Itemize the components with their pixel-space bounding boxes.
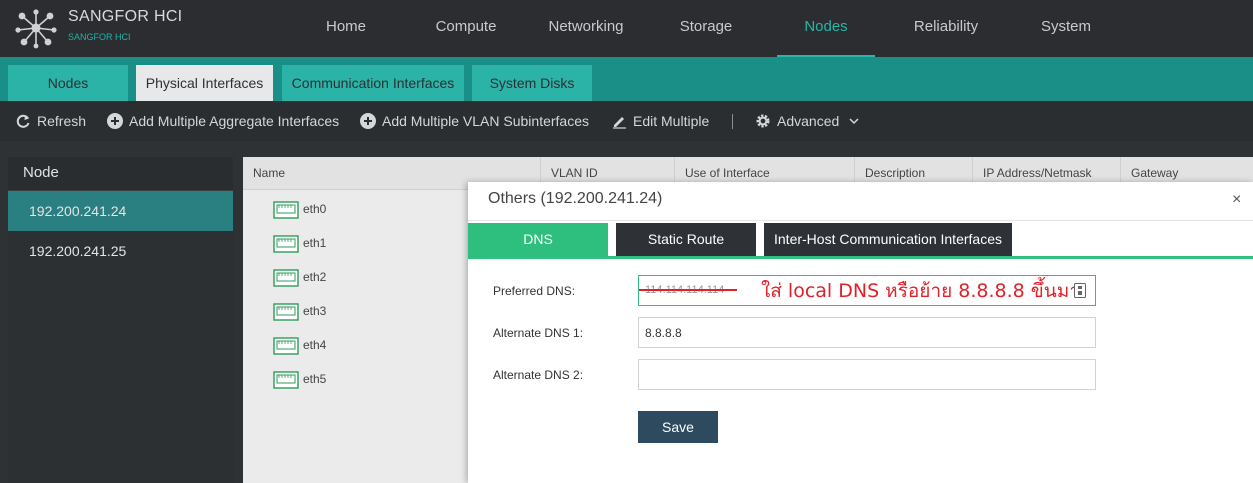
top-navigation-bar: SANGFOR HCI SANGFOR HCI Home Compute Net… [0, 0, 1253, 57]
add-vlan-subinterfaces-button[interactable]: Add Multiple VLAN Subinterfaces [360, 111, 589, 131]
gear-icon [756, 114, 770, 128]
tab-communication-interfaces[interactable]: Communication Interfaces [282, 65, 464, 101]
brand-name: SANGFOR HCI [68, 8, 183, 25]
node-item-192-200-241-25[interactable]: 192.200.241.25 [8, 231, 233, 271]
add-vlan-label: Add Multiple VLAN Subinterfaces [382, 113, 589, 129]
nav-home[interactable]: Home [308, 0, 384, 57]
interface-name: eth1 [303, 236, 327, 250]
tab-underline [468, 256, 1253, 259]
plus-circle-icon [107, 113, 123, 129]
alternate-dns-2-label: Alternate DNS 2: [493, 368, 584, 382]
table-row[interactable]: eth5 [273, 369, 326, 389]
tab-inter-host-communication[interactable]: Inter-Host Communication Interfaces [764, 223, 1012, 256]
interface-name: eth4 [303, 338, 327, 352]
brand-subtitle: SANGFOR HCI [68, 32, 131, 42]
preferred-dns-field[interactable]: 114.114.114.114 ใส่ local DNS หรือย้าย 8… [638, 275, 1096, 306]
refresh-icon [16, 114, 30, 128]
advanced-dropdown[interactable]: Advanced [755, 111, 859, 131]
tab-physical-interfaces[interactable]: Physical Interfaces [136, 65, 273, 101]
node-panel-header: Node [8, 157, 233, 191]
table-row[interactable]: eth1 [273, 233, 326, 253]
nav-compute[interactable]: Compute [422, 0, 510, 57]
ethernet-port-icon [273, 371, 299, 389]
table-row[interactable]: eth4 [273, 335, 326, 355]
nav-storage[interactable]: Storage [664, 0, 748, 57]
tab-static-route[interactable]: Static Route [616, 223, 756, 256]
refresh-label: Refresh [37, 113, 87, 129]
preferred-dns-label: Preferred DNS: [493, 284, 576, 298]
add-aggregate-label: Add Multiple Aggregate Interfaces [129, 113, 340, 129]
tab-system-disks[interactable]: System Disks [472, 65, 592, 101]
field-info-icon[interactable] [1074, 283, 1086, 298]
alternate-dns-2-field[interactable] [638, 359, 1096, 390]
annotation-text: ใส่ local DNS หรือย้าย 8.8.8.8 ขึ้นมา [761, 280, 1080, 302]
advanced-label: Advanced [777, 113, 840, 129]
dialog-title: Others (192.200.241.24) [488, 190, 663, 207]
nav-system[interactable]: System [1026, 0, 1106, 57]
edit-pencil-icon [613, 117, 626, 129]
ethernet-port-icon [273, 303, 299, 321]
alternate-dns-1-label: Alternate DNS 1: [493, 326, 584, 340]
alternate-dns-1-field[interactable] [638, 317, 1096, 348]
interface-name: eth0 [303, 202, 327, 216]
others-dialog: Others (192.200.241.24) × DNS Static Rou… [468, 182, 1253, 483]
tab-nodes[interactable]: Nodes [8, 65, 128, 101]
interface-name: eth2 [303, 270, 327, 284]
ethernet-port-icon [273, 337, 299, 355]
table-row[interactable]: eth3 [273, 301, 326, 321]
save-button[interactable]: Save [638, 411, 718, 443]
add-aggregate-interfaces-button[interactable]: Add Multiple Aggregate Interfaces [107, 111, 339, 131]
table-row[interactable]: eth2 [273, 267, 326, 287]
close-icon[interactable]: × [1232, 191, 1241, 209]
refresh-button[interactable]: Refresh [15, 111, 86, 131]
edit-multiple-button[interactable]: Edit Multiple [611, 111, 709, 131]
node-panel: Node 192.200.241.24 192.200.241.25 [8, 157, 233, 483]
edit-multiple-label: Edit Multiple [633, 113, 710, 129]
strikethrough-mark [639, 289, 737, 291]
nav-nodes[interactable]: Nodes [777, 0, 875, 57]
ethernet-port-icon [273, 201, 299, 219]
interface-name: eth5 [303, 372, 327, 386]
ethernet-port-icon [273, 235, 299, 253]
plus-circle-icon [360, 113, 376, 129]
sub-tab-strip: Nodes Physical Interfaces Communication … [0, 57, 1253, 101]
toolbar-divider [732, 114, 733, 129]
ethernet-port-icon [273, 269, 299, 287]
tab-dns[interactable]: DNS [468, 223, 608, 256]
chevron-down-icon [849, 118, 859, 125]
nav-networking[interactable]: Networking [540, 0, 632, 57]
table-row[interactable]: eth0 [273, 199, 326, 219]
node-item-192-200-241-24[interactable]: 192.200.241.24 [8, 191, 233, 231]
interface-name: eth3 [303, 304, 327, 318]
sangfor-logo-icon [15, 9, 57, 49]
toolbar: Refresh Add Multiple Aggregate Interface… [0, 101, 1253, 141]
dialog-divider [468, 220, 1253, 221]
nav-reliability[interactable]: Reliability [900, 0, 992, 57]
